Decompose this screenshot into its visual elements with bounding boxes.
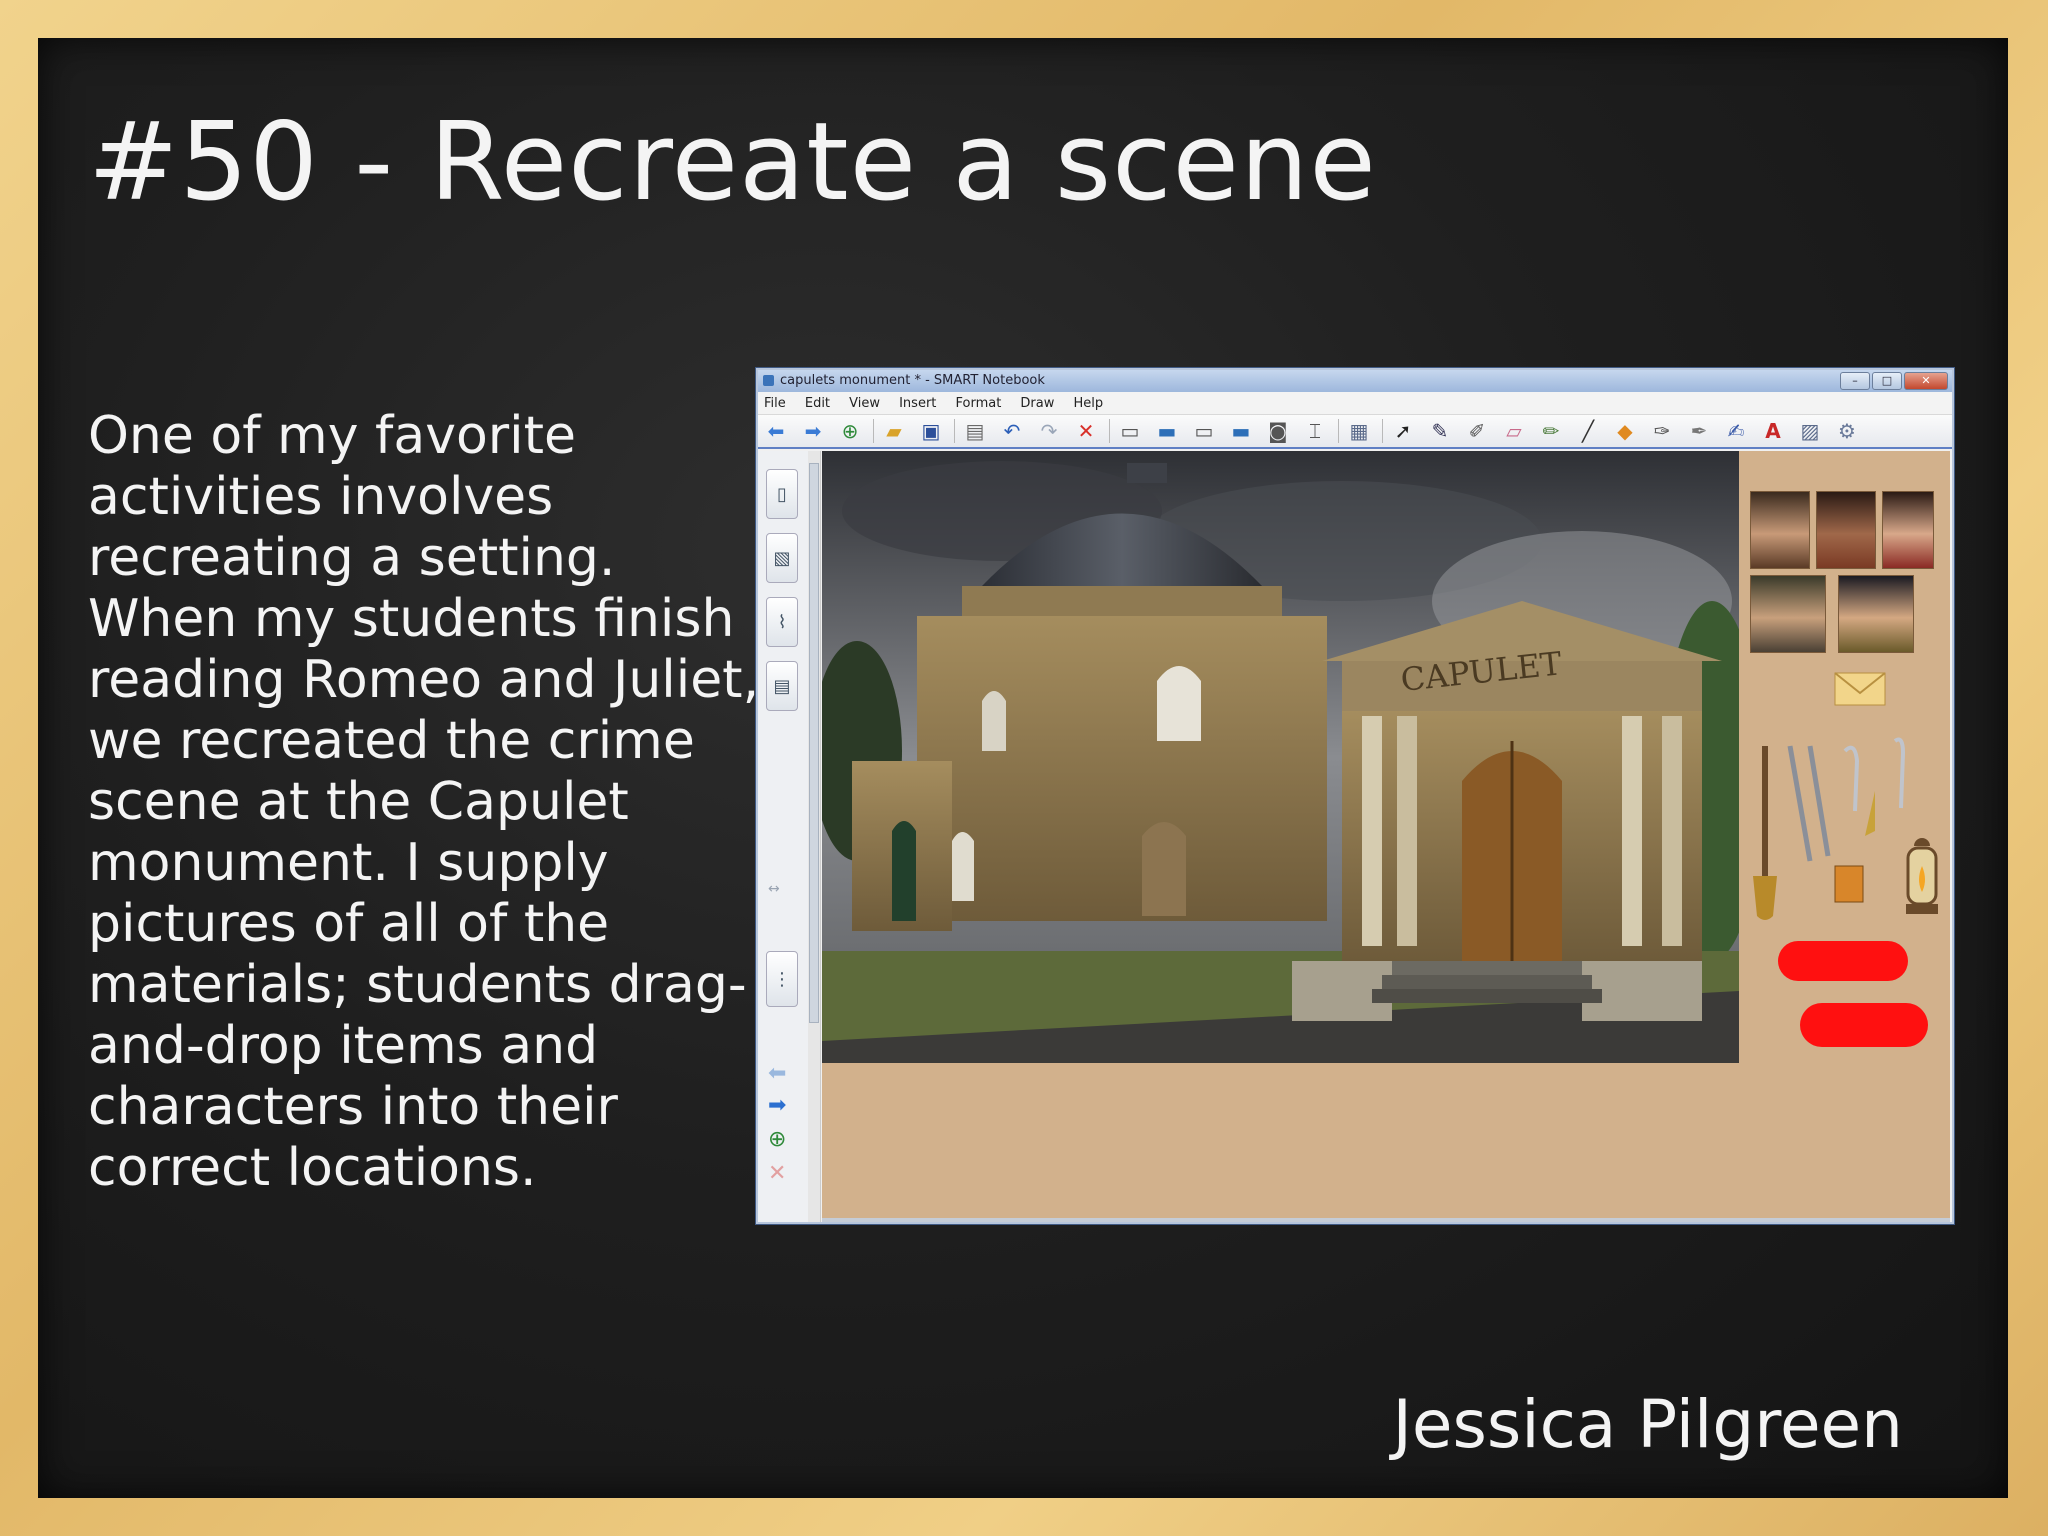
forward-arrow-icon[interactable]: ➡ bbox=[799, 418, 827, 444]
menu-format[interactable]: Format bbox=[949, 393, 1009, 411]
menu-view[interactable]: View bbox=[843, 393, 888, 411]
creative-pen-icon[interactable]: ✐ bbox=[1463, 418, 1491, 444]
blood-mark[interactable] bbox=[1778, 941, 1908, 981]
fill-icon[interactable]: ✑ bbox=[1648, 418, 1676, 444]
chalkboard-frame: #50 - Recreate a scene One of my favorit… bbox=[0, 0, 2048, 1536]
character-paris[interactable] bbox=[1838, 575, 1914, 653]
paperclip-icon: ⌇ bbox=[777, 611, 787, 633]
menu-insert[interactable]: Insert bbox=[893, 393, 944, 411]
toolbar-separator bbox=[1109, 419, 1110, 443]
page-sorter-icon: ▯ bbox=[777, 483, 787, 505]
maximize-button[interactable]: □ bbox=[1872, 372, 1902, 390]
close-button[interactable]: ✕ bbox=[1904, 372, 1948, 390]
menu-bar: File Edit View Insert Format Draw Help bbox=[758, 392, 1952, 415]
delete-icon[interactable]: ✕ bbox=[1072, 418, 1100, 444]
delete-page-icon[interactable]: ✕ bbox=[768, 1161, 786, 1186]
slide-title: #50 - Recreate a scene bbox=[88, 100, 1377, 225]
screen-shade-icon[interactable]: ▭ bbox=[1116, 418, 1144, 444]
properties-icon[interactable]: ▨ bbox=[1796, 418, 1824, 444]
table-icon[interactable]: ▦ bbox=[1345, 418, 1373, 444]
next-page-icon[interactable]: ➡ bbox=[768, 1093, 786, 1118]
horizontal-scrollbar[interactable] bbox=[822, 1218, 1950, 1222]
attachments-tab[interactable]: ⌇ bbox=[766, 597, 798, 647]
menu-draw[interactable]: Draw bbox=[1014, 393, 1062, 411]
gallery-tab[interactable]: ▧ bbox=[766, 533, 798, 583]
magic-pen-icon[interactable]: ✒ bbox=[1685, 418, 1713, 444]
character-romeo[interactable] bbox=[1750, 491, 1810, 569]
toolbar-separator bbox=[873, 419, 874, 443]
properties-tab[interactable]: ▤ bbox=[766, 661, 798, 711]
letter-envelope-icon[interactable] bbox=[1830, 661, 1890, 711]
toolbar: ⬅ ➡ ⊕ ▰ ▣ ▤ ↶ ↷ ✕ ▭ ▬ ▭ ▬ ◙ ⌶ ▦ ➚ ✎ ✐ ▱ … bbox=[758, 415, 1952, 449]
select-arrow-icon[interactable]: ➚ bbox=[1389, 418, 1417, 444]
character-juliet[interactable] bbox=[1882, 491, 1934, 569]
previous-page-icon[interactable]: ⬅ bbox=[768, 1061, 786, 1086]
scrollbar-thumb[interactable] bbox=[809, 463, 819, 1023]
notebook-page-canvas[interactable]: CAPULET bbox=[822, 451, 1950, 1220]
open-folder-icon[interactable]: ▰ bbox=[880, 418, 908, 444]
blood-mark[interactable] bbox=[1800, 1003, 1928, 1047]
window-title: capulets monument * - SMART Notebook bbox=[780, 373, 1045, 388]
author-name: Jessica Pilgreen bbox=[1392, 1386, 1903, 1463]
display-icon[interactable]: ▬ bbox=[1153, 418, 1181, 444]
grip-icon: ⋮ bbox=[773, 968, 791, 990]
properties-tab-icon: ▤ bbox=[773, 675, 791, 697]
minimize-button[interactable]: – bbox=[1840, 372, 1870, 390]
toolbar-separator bbox=[1382, 419, 1383, 443]
highlighter-icon[interactable]: ✏ bbox=[1537, 418, 1565, 444]
window-title-bar[interactable]: capulets monument * - SMART Notebook – □… bbox=[758, 370, 1952, 392]
app-icon bbox=[763, 375, 774, 386]
line-icon[interactable]: ╱ bbox=[1574, 418, 1602, 444]
monument-illustration: CAPULET bbox=[822, 451, 1739, 1063]
menu-help[interactable]: Help bbox=[1067, 393, 1111, 411]
menu-file[interactable]: File bbox=[758, 393, 794, 411]
collapse-icon[interactable]: ↔ bbox=[768, 881, 780, 897]
capulet-monument-photo: CAPULET bbox=[822, 451, 1739, 1063]
auto-hide-tab[interactable]: ⋮ bbox=[766, 951, 798, 1007]
vertical-scrollbar[interactable] bbox=[808, 451, 821, 1222]
add-page-side-icon[interactable]: ⊕ bbox=[768, 1127, 786, 1152]
add-page-icon[interactable]: ⊕ bbox=[836, 418, 864, 444]
character-friar[interactable] bbox=[1750, 575, 1826, 653]
toolbar-separator bbox=[954, 419, 955, 443]
side-tabs-panel: ▯ ▧ ⌇ ▤ ↔ ⋮ ⬅ ➡ ⊕ ✕ bbox=[758, 451, 809, 1222]
lantern-icon[interactable] bbox=[1900, 836, 1944, 926]
screen-capture-icon[interactable]: ▬ bbox=[1227, 418, 1255, 444]
gallery-icon: ▧ bbox=[773, 547, 791, 569]
draggable-items-panel bbox=[1740, 451, 1950, 1220]
more-tools-icon[interactable]: ⚙ bbox=[1833, 418, 1861, 444]
monitor-icon[interactable]: ▭ bbox=[1190, 418, 1218, 444]
pen-icon[interactable]: ✎ bbox=[1426, 418, 1454, 444]
character-tybalt[interactable] bbox=[1816, 491, 1876, 569]
page-sorter-tab[interactable]: ▯ bbox=[766, 469, 798, 519]
text-icon[interactable]: A bbox=[1759, 418, 1787, 444]
document-camera-icon[interactable]: ⌶ bbox=[1301, 418, 1329, 444]
undo-icon[interactable]: ↶ bbox=[998, 418, 1026, 444]
camera-icon[interactable]: ◙ bbox=[1264, 418, 1292, 444]
menu-edit[interactable]: Edit bbox=[799, 393, 838, 411]
redo-icon[interactable]: ↷ bbox=[1035, 418, 1063, 444]
paste-icon[interactable]: ▤ bbox=[961, 418, 989, 444]
smart-notebook-window: capulets monument * - SMART Notebook – □… bbox=[756, 368, 1954, 1224]
eraser-icon[interactable]: ▱ bbox=[1500, 418, 1528, 444]
slide-body-text: One of my favorite activities involves r… bbox=[88, 406, 760, 1198]
save-icon[interactable]: ▣ bbox=[917, 418, 945, 444]
shape-icon[interactable]: ◆ bbox=[1611, 418, 1639, 444]
toolbar-separator bbox=[1338, 419, 1339, 443]
magic-brush-icon[interactable]: ✍ bbox=[1722, 418, 1750, 444]
back-arrow-icon[interactable]: ⬅ bbox=[762, 418, 790, 444]
